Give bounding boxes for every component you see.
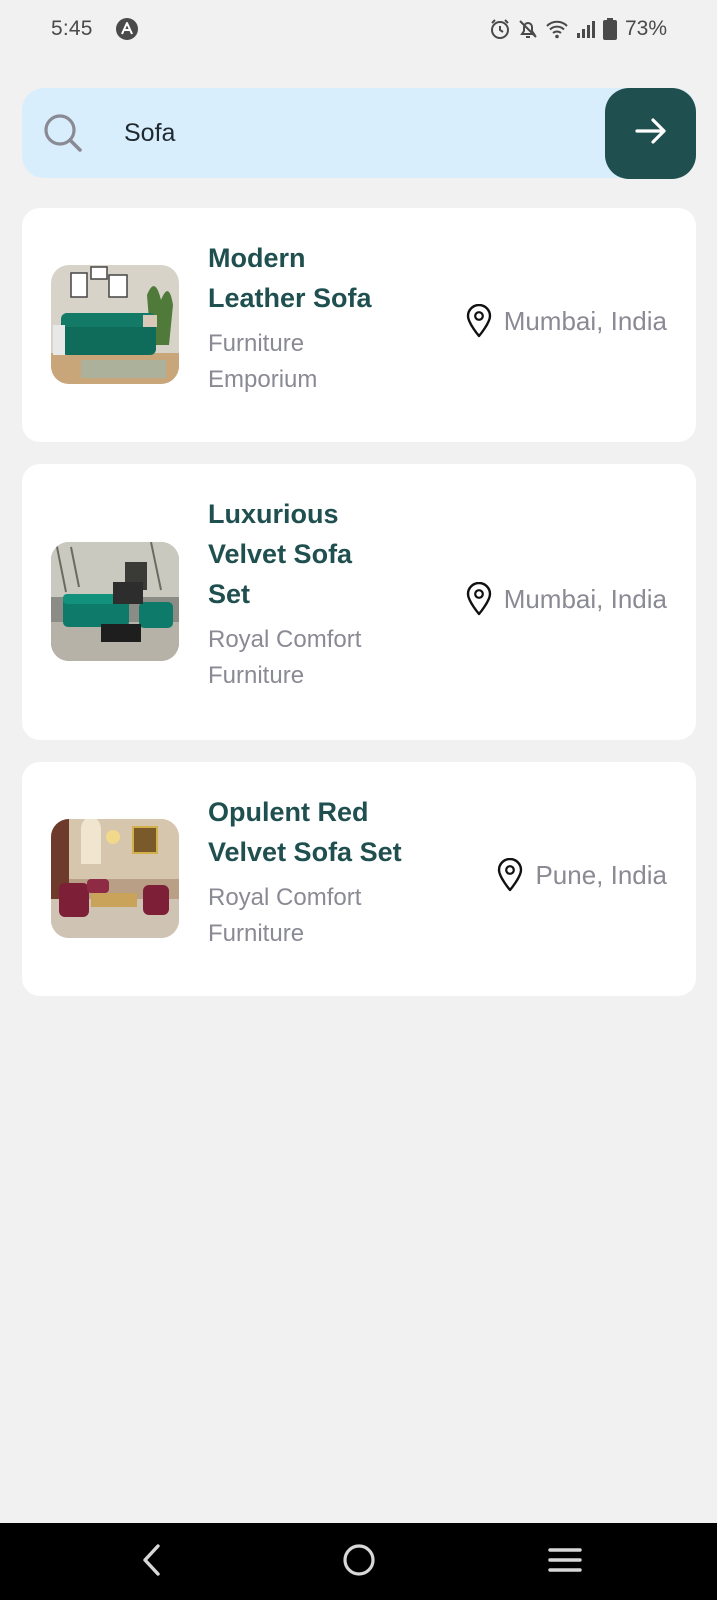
seller-name-line: Royal Comfort [208, 884, 362, 911]
map-pin-icon [497, 858, 523, 892]
location-text: Mumbai, India [503, 305, 667, 336]
menu-lines-icon [548, 1546, 582, 1579]
result-card[interactable]: Opulent Red Velvet Sofa Set Royal Comfor… [22, 762, 696, 996]
product-title-line: Set [208, 579, 251, 609]
product-title: Modern Leather Sofa [208, 238, 448, 318]
search-icon [42, 112, 84, 154]
seller-name-line: Furniture [208, 330, 305, 357]
battery-icon [602, 18, 617, 40]
battery-percentage: 73% [624, 17, 667, 40]
status-time: 5:45 [51, 17, 93, 40]
nav-recents-button[interactable] [542, 1539, 588, 1585]
product-title-line: Opulent Red [208, 797, 369, 827]
nav-home-button[interactable] [336, 1539, 382, 1585]
result-card[interactable]: Luxurious Velvet Sofa Set Royal Comfort … [22, 464, 696, 740]
product-title: Luxurious Velvet Sofa Set [208, 494, 448, 614]
signal-icon [575, 18, 597, 40]
search-submit-button[interactable] [605, 88, 696, 179]
result-card[interactable]: Modern Leather Sofa Furniture Emporium M… [22, 208, 696, 442]
location: Pune, India [497, 858, 667, 892]
product-title-line: Luxurious [208, 499, 339, 529]
product-title-line: Leather Sofa [208, 283, 372, 313]
product-thumbnail [51, 542, 179, 661]
product-thumbnail [51, 819, 179, 938]
notifications-off-icon [517, 18, 539, 40]
map-pin-icon [466, 582, 492, 616]
map-pin-icon [466, 304, 492, 338]
product-thumbnail [51, 265, 179, 384]
product-title-line: Modern [208, 243, 306, 273]
seller-name-line: Furniture [208, 662, 305, 689]
system-navigation-bar [0, 1523, 717, 1600]
search-results-list: Modern Leather Sofa Furniture Emporium M… [22, 208, 696, 1018]
seller-name-line: Emporium [208, 366, 318, 393]
card-text: Luxurious Velvet Sofa Set Royal Comfort … [208, 494, 448, 694]
location: Mumbai, India [466, 304, 667, 338]
product-title: Opulent Red Velvet Sofa Set [208, 792, 448, 872]
seller-name: Royal Comfort Furniture [208, 622, 448, 694]
home-circle-icon [342, 1543, 376, 1582]
location-text: Mumbai, India [503, 583, 667, 614]
app-notification-icon [116, 18, 138, 40]
alarm-icon [489, 18, 511, 40]
seller-name: Royal Comfort Furniture [208, 880, 448, 952]
search-input[interactable] [124, 112, 594, 154]
seller-name: Furniture Emporium [208, 326, 448, 398]
seller-name-line: Royal Comfort [208, 626, 362, 653]
card-text: Modern Leather Sofa Furniture Emporium [208, 238, 448, 398]
location: Mumbai, India [466, 582, 667, 616]
status-bar: 5:45 73% [0, 0, 717, 60]
status-icons: 73% [489, 16, 667, 42]
product-title-line: Velvet Sofa [208, 539, 353, 569]
location-text: Pune, India [535, 859, 667, 890]
back-chevron-icon [140, 1543, 164, 1582]
card-text: Opulent Red Velvet Sofa Set Royal Comfor… [208, 792, 448, 952]
product-title-line: Velvet Sofa Set [208, 837, 402, 867]
wifi-icon [545, 18, 569, 40]
arrow-right-icon [634, 114, 668, 153]
search-bar [22, 88, 696, 179]
nav-back-button[interactable] [129, 1539, 175, 1585]
seller-name-line: Furniture [208, 920, 305, 947]
